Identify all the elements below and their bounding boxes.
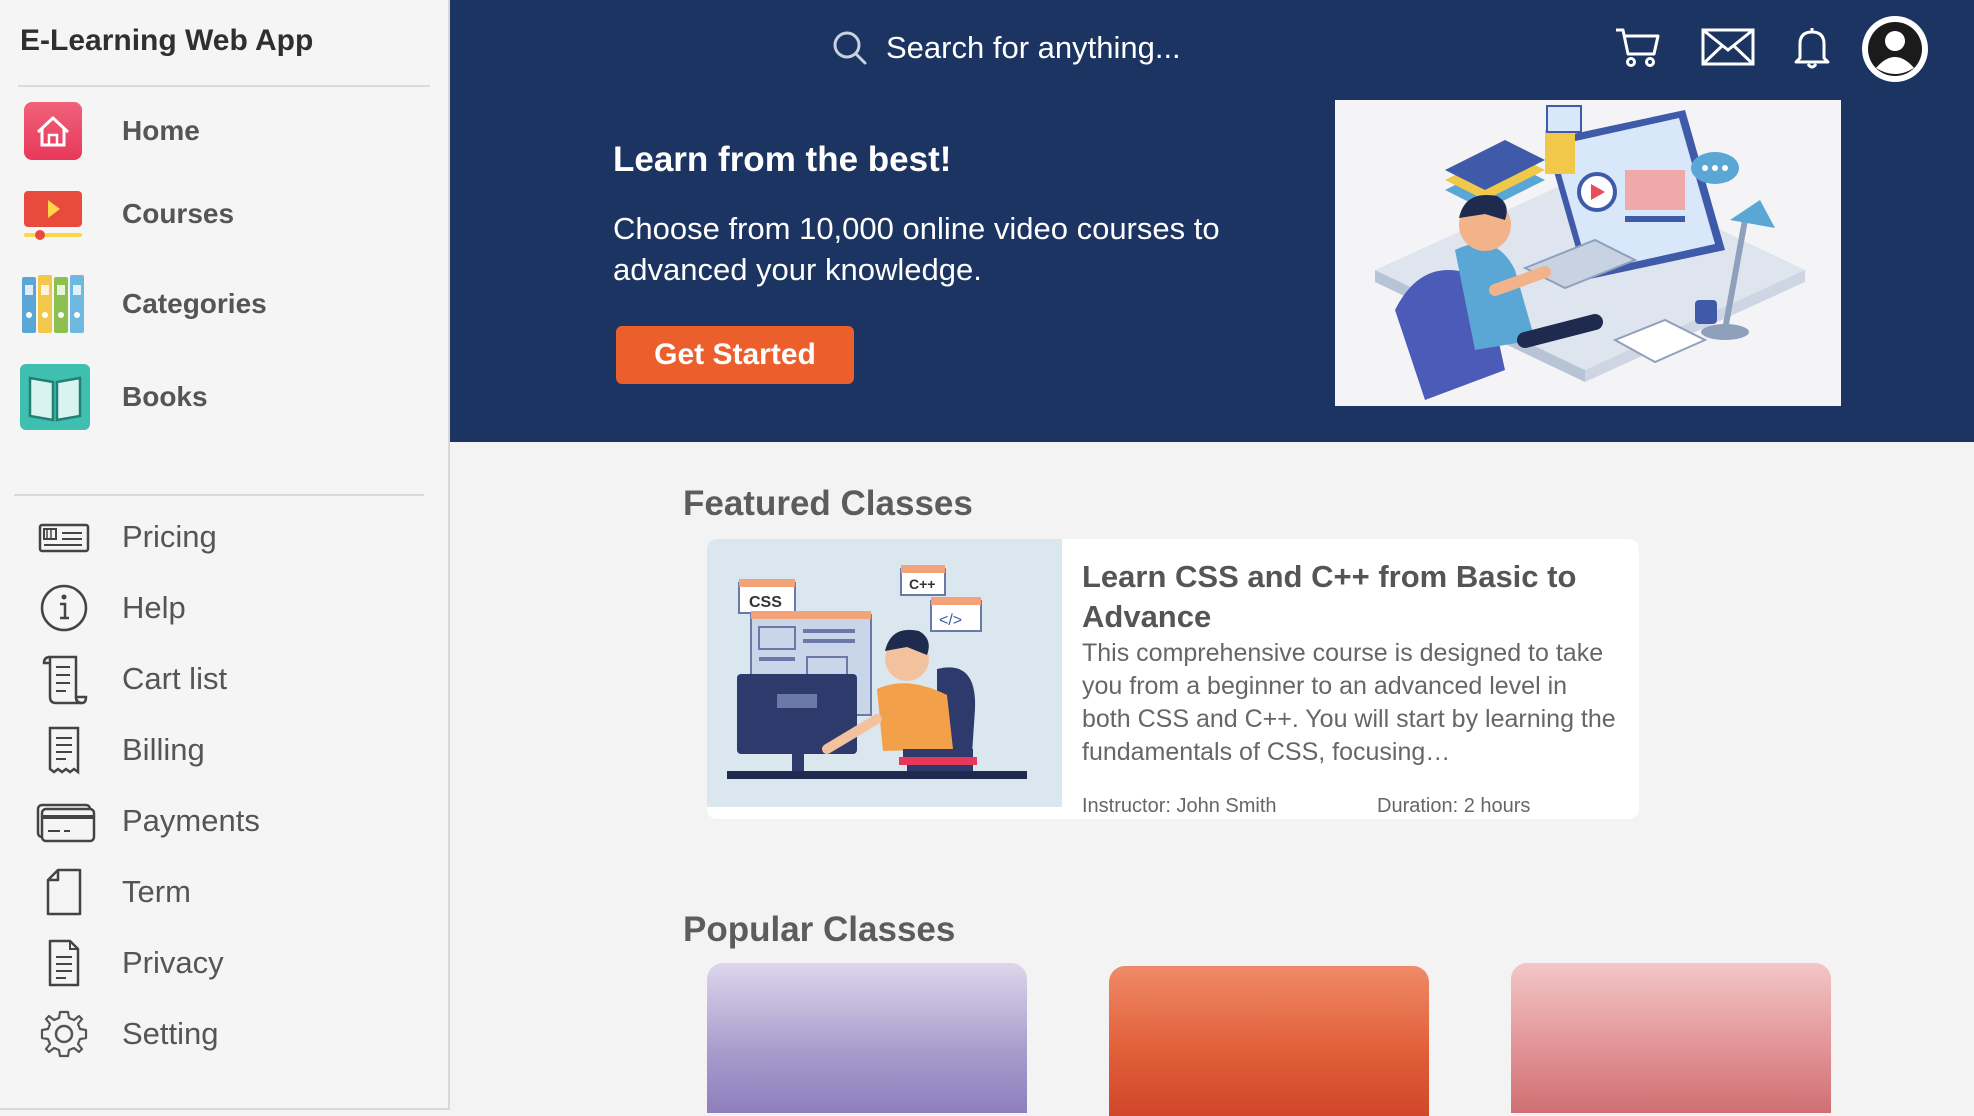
sidebar-item-home[interactable]: Home <box>0 95 450 167</box>
course-thumbnail: CSS C++ </> <box>707 539 1062 807</box>
home-icon <box>20 98 86 164</box>
credit-card-icon <box>36 793 96 849</box>
popular-class-card[interactable] <box>1511 963 1831 1113</box>
sidebar-item-courses[interactable]: Courses <box>0 178 450 250</box>
hero-subtitle: Choose from 10,000 online video courses … <box>613 211 1220 287</box>
search-icon[interactable] <box>830 28 870 68</box>
receipt-icon <box>36 722 92 778</box>
featured-course-card[interactable]: CSS C++ </> Learn CSS and C++ from Basic… <box>707 539 1639 819</box>
sidebar-item-categories[interactable]: Categories <box>0 268 450 340</box>
code-tag: </> <box>939 612 962 629</box>
sidebar-item-label: Term <box>122 874 191 909</box>
css-tag: CSS <box>749 594 782 611</box>
sidebar-item-label: Cart list <box>122 661 228 696</box>
popular-heading: Popular Classes <box>683 910 956 949</box>
mail-icon[interactable] <box>1700 20 1756 72</box>
sidebar-item-term[interactable]: Term <box>0 862 450 922</box>
video-icon <box>20 181 86 247</box>
search-input[interactable] <box>886 30 1246 66</box>
sidebar-item-label: Pricing <box>122 519 217 554</box>
sidebar-item-help[interactable]: Help <box>0 578 450 638</box>
hero-title: Learn from the best! <box>613 140 952 179</box>
sidebar-item-label: Billing <box>122 732 205 767</box>
bell-icon[interactable] <box>1786 20 1838 72</box>
cpp-tag: C++ <box>909 576 935 592</box>
course-duration: Duration: 2 hours <box>1377 795 1531 817</box>
sidebar-item-setting[interactable]: Setting <box>0 1004 450 1064</box>
search-bar[interactable] <box>830 24 1260 72</box>
sidebar-item-label: Courses <box>122 198 235 229</box>
course-description: This comprehensive course is designed to… <box>1082 639 1616 766</box>
popular-class-card[interactable] <box>1109 966 1429 1116</box>
featured-heading: Featured Classes <box>683 484 973 523</box>
document-icon <box>36 935 92 991</box>
binders-icon <box>20 271 86 337</box>
sidebar-item-privacy[interactable]: Privacy <box>0 933 450 993</box>
cart-icon[interactable] <box>1612 20 1664 72</box>
sidebar-item-pricing[interactable]: Pricing <box>0 507 450 567</box>
popular-class-card[interactable] <box>707 963 1027 1113</box>
sidebar-item-label: Categories <box>122 288 267 319</box>
price-card-icon <box>36 509 92 565</box>
avatar[interactable] <box>1862 16 1928 82</box>
sidebar-divider <box>14 494 424 496</box>
get-started-button[interactable]: Get Started <box>616 326 854 384</box>
book-icon <box>20 364 90 430</box>
sidebar-divider <box>18 85 430 87</box>
app-title: E-Learning Web App <box>20 24 314 57</box>
sidebar: E-Learning Web App Home Courses Categori… <box>0 0 450 1110</box>
sidebar-item-label: Privacy <box>122 945 224 980</box>
gear-icon <box>36 1006 92 1062</box>
page-icon <box>36 864 92 920</box>
sidebar-item-books[interactable]: Books <box>0 361 450 433</box>
sidebar-item-cart-list[interactable]: Cart list <box>0 649 450 709</box>
hero-illustration <box>1335 100 1841 406</box>
sidebar-item-label: Help <box>122 590 186 625</box>
sidebar-item-payments[interactable]: Payments <box>0 791 450 851</box>
sidebar-item-label: Setting <box>122 1016 219 1051</box>
course-title[interactable]: Learn CSS and C++ from Basic to Advance <box>1082 557 1602 637</box>
sidebar-item-label: Home <box>122 115 200 146</box>
course-instructor: Instructor: John Smith <box>1082 795 1277 817</box>
info-icon <box>36 580 92 636</box>
scroll-icon <box>36 651 92 707</box>
sidebar-item-billing[interactable]: Billing <box>0 720 450 780</box>
sidebar-item-label: Books <box>122 381 208 412</box>
sidebar-item-label: Payments <box>122 803 260 838</box>
